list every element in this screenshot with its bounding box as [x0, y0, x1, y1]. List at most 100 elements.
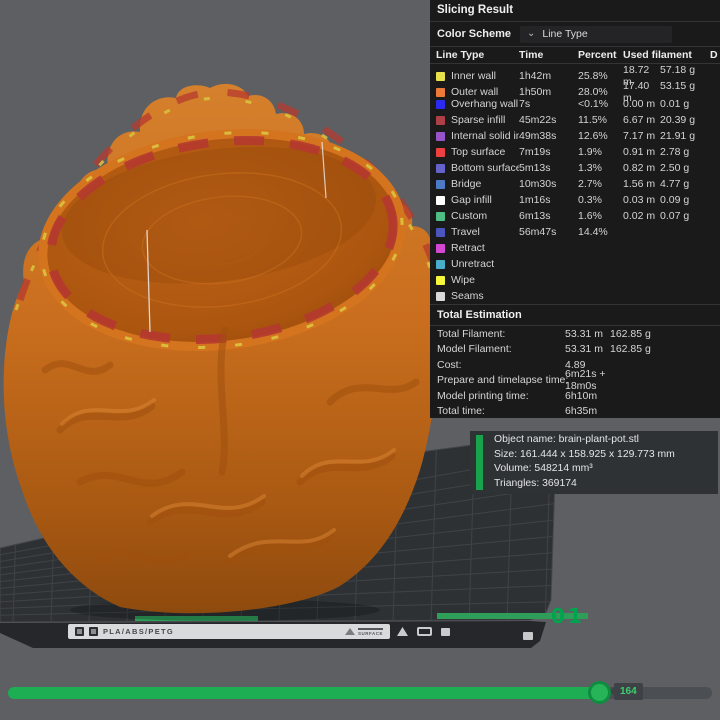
percent-value: 2.7%	[578, 178, 602, 190]
line-type-label: Overhang wall	[451, 98, 519, 110]
object-name-text: Object name: brain-plant-pot.stl	[494, 434, 639, 445]
total-estimation-row: Prepare and timelapse time: 6m21s + 18m0s	[430, 368, 720, 392]
line-type-label: Bottom surface	[451, 162, 519, 174]
estimation-label: Prepare and timelapse time:	[437, 374, 569, 387]
estimation-value: 6h35m	[565, 405, 598, 418]
time-value: 7s	[519, 98, 531, 110]
plate-surface-label: SURFACE	[357, 627, 383, 636]
panel-title: Slicing Result	[437, 4, 514, 16]
time-value: 10m30s	[519, 178, 557, 190]
line-type-row[interactable]: Overhang wall 7s <0.1% 0.00 m 0.01 g	[430, 96, 720, 112]
plate-brand-logo: SURFACE	[344, 627, 383, 636]
total-estimation-row: Total time: 6h35m	[430, 404, 720, 420]
time-value: 7m19s	[519, 146, 551, 158]
line-type-table-header: Line Type Time Percent Used filament D	[430, 47, 720, 63]
line-type-color-swatch	[436, 71, 445, 81]
estimation-label: Total time:	[437, 405, 485, 418]
line-type-label: Unretract	[451, 258, 495, 270]
line-type-color-swatch	[436, 259, 445, 269]
line-type-row[interactable]: Wipe	[430, 272, 720, 288]
line-type-row[interactable]: Top surface 7m19s 1.9% 0.91 m 2.78 g	[430, 144, 720, 160]
total-estimation-row: Model Filament: 53.31 m 162.85 g	[430, 342, 720, 358]
line-type-color-swatch	[436, 195, 445, 205]
plate-arrow-icon	[397, 627, 408, 636]
line-type-row[interactable]: Gap infill 1m16s 0.3% 0.03 m 0.09 g	[430, 192, 720, 208]
percent-value: 14.4%	[578, 226, 608, 238]
layer-slider-handle[interactable]	[588, 681, 611, 704]
filament-weight: 0.01 g	[660, 98, 690, 110]
line-type-color-swatch	[436, 179, 445, 189]
line-type-row[interactable]: Bottom surface 5m13s 1.3% 0.82 m 2.50 g	[430, 160, 720, 176]
header-line-type: Line Type	[436, 49, 485, 61]
time-value: 1h42m	[519, 70, 552, 82]
line-type-label: Sparse infill	[451, 114, 506, 126]
line-type-row[interactable]: Sparse infill 45m22s 11.5% 6.67 m 20.39 g	[430, 112, 720, 128]
filament-weight: 20.39 g	[660, 114, 696, 126]
header-time: Time	[519, 49, 544, 61]
line-type-label: Wipe	[451, 274, 475, 286]
line-type-label: Seams	[451, 290, 484, 302]
object-size-text: Size: 161.444 x 158.925 x 129.773 mm	[494, 448, 675, 460]
time-value: 56m47s	[519, 226, 557, 238]
percent-value: <0.1%	[578, 98, 609, 110]
line-type-label: Outer wall	[451, 86, 499, 98]
line-type-row[interactable]: Unretract	[430, 256, 720, 272]
filament-length: 7.17 m	[623, 130, 656, 142]
percent-value: 1.3%	[578, 162, 602, 174]
filament-length: 1.56 m	[623, 178, 656, 190]
estimation-label: Model printing time:	[437, 389, 529, 402]
line-type-row[interactable]: Retract	[430, 240, 720, 256]
object-volume-text: Volume: 548214 mm³	[494, 463, 593, 474]
slicing-result-panel: Slicing Result Color Scheme ⌄ Line Type …	[430, 0, 720, 418]
plate-material-label: PLA/ABS/PETG	[103, 627, 175, 636]
color-scheme-dropdown[interactable]: ⌄ Line Type	[519, 25, 672, 43]
line-type-row[interactable]: Travel 56m47s 14.4%	[430, 224, 720, 240]
time-value: 1m16s	[519, 194, 551, 206]
percent-value: 1.6%	[578, 210, 602, 222]
estimation-value-2: 162.85 g	[610, 327, 651, 340]
line-type-color-swatch	[436, 227, 445, 237]
total-estimation-row: Model printing time: 6h10m	[430, 388, 720, 404]
line-type-color-swatch	[436, 291, 445, 301]
plate-qr-icon	[89, 627, 98, 636]
color-scheme-value: Line Type	[542, 28, 588, 40]
color-scheme-label: Color Scheme	[437, 28, 511, 40]
line-type-color-swatch	[436, 131, 445, 141]
header-percent: Percent	[578, 49, 617, 61]
line-type-row[interactable]: Internal solid infill49m38s 12.6% 7.17 m 21…	[430, 128, 720, 144]
line-type-label: Retract	[451, 242, 485, 254]
tooltip-accent-bar	[476, 435, 483, 490]
line-type-label: Travel	[451, 226, 480, 238]
estimation-label: Total Filament:	[437, 327, 506, 340]
plate-number: 01	[551, 604, 585, 628]
line-type-color-swatch	[436, 211, 445, 221]
line-type-row[interactable]: Custom 6m13s 1.6% 0.02 m 0.07 g	[430, 208, 720, 224]
filament-weight: 2.50 g	[660, 162, 690, 174]
layer-slider-fill	[8, 687, 608, 699]
line-type-row[interactable]: Bridge 10m30s 2.7% 1.56 m 4.77 g	[430, 176, 720, 192]
plate-action-icons	[397, 627, 450, 636]
slicer-app: Slicing Result Color Scheme ⌄ Line Type …	[0, 0, 720, 720]
header-display: D	[710, 49, 718, 61]
line-type-label: Gap infill	[451, 194, 492, 206]
line-type-color-swatch	[436, 99, 445, 109]
estimation-label: Model Filament:	[437, 343, 512, 356]
time-value: 5m13s	[519, 162, 551, 174]
line-type-color-swatch	[436, 87, 445, 97]
filament-length: 0.91 m	[623, 146, 656, 158]
filament-weight: 21.91 g	[660, 130, 696, 142]
line-type-row[interactable]: Outer wall 1h50m 28.0% 17.40 m 53.15 g	[430, 80, 720, 104]
estimation-value-2: 162.85 g	[610, 343, 651, 356]
line-type-label: Custom	[451, 210, 488, 222]
estimation-label: Cost:	[437, 358, 462, 371]
total-estimation-row: Total Filament: 53.31 m 162.85 g	[430, 326, 720, 342]
total-estimation-title: Total Estimation	[437, 309, 522, 321]
mountain-icon	[344, 628, 355, 635]
total-estimation-body: Total Filament: 53.31 m 162.85 g Model Fila…	[430, 326, 720, 419]
percent-value: 28.0%	[578, 86, 608, 98]
line-type-row[interactable]: Inner wall 1h42m 25.8% 18.72 m 57.18 g	[430, 64, 720, 88]
estimation-value: 53.31 m	[565, 343, 603, 356]
line-type-row[interactable]: Seams	[430, 288, 720, 304]
filament-length: 0.02 m	[623, 210, 656, 222]
filament-length: 0.82 m	[623, 162, 656, 174]
